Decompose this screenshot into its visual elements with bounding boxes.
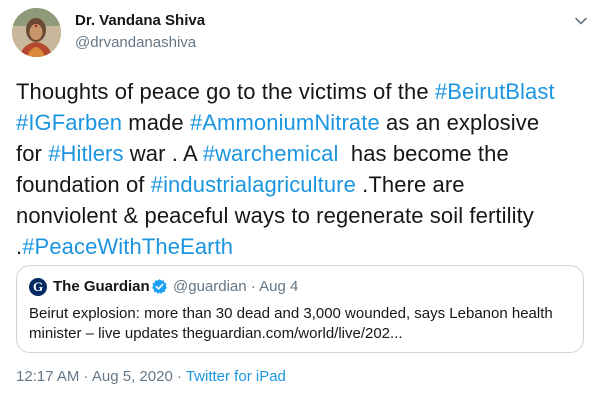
tweet-metadata: 12:17 AM · Aug 5, 2020 · Twitter for iPa… <box>16 368 286 385</box>
author-handle[interactable]: @drvandanashiva <box>75 34 196 51</box>
text-segment: foundation of <box>16 172 151 197</box>
text-segment: war . A <box>123 141 203 166</box>
tweet-line: #IGFarben made #AmmoniumNitrate as an ex… <box>16 107 586 138</box>
quoted-text-line: Beirut explosion: more than 30 dead and … <box>29 305 553 322</box>
verified-badge-icon <box>152 279 167 294</box>
tweet-line: .#PeaceWithTheEarth <box>16 231 586 262</box>
chevron-down-icon[interactable] <box>574 14 588 28</box>
quoted-handle-date: @guardian · Aug 4 <box>173 278 299 295</box>
tweet-card: Dr. Vandana Shiva @drvandanashiva Though… <box>0 0 602 404</box>
tweet-line: for #Hitlers war . A #warchemical has be… <box>16 138 586 169</box>
text-segment: has become the <box>338 141 509 166</box>
quoted-text-line: minister – live updates theguardian.com/… <box>29 325 403 342</box>
author-avatar[interactable] <box>12 8 61 57</box>
source-link[interactable]: Twitter for iPad <box>186 368 286 385</box>
hashtag-link[interactable]: #BeirutBlast <box>435 79 555 104</box>
author-name[interactable]: Dr. Vandana Shiva <box>75 12 205 29</box>
hashtag-link[interactable]: #industrialagriculture <box>151 172 356 197</box>
hashtag-link[interactable]: #warchemical <box>203 141 339 166</box>
tweet-text: Thoughts of peace go to the victims of t… <box>16 76 586 262</box>
tweet-line: nonviolent & peaceful ways to regenerate… <box>16 200 586 231</box>
text-segment: nonviolent & peaceful ways to regenerate… <box>16 203 534 228</box>
text-segment: as an explosive <box>379 110 540 135</box>
text-segment: Thoughts of peace go to the victims of t… <box>16 79 435 104</box>
timestamp[interactable]: 12:17 AM · Aug 5, 2020 · <box>16 368 186 385</box>
hashtag-link[interactable]: #IGFarben <box>16 110 122 135</box>
hashtag-link[interactable]: #PeaceWithTheEarth <box>22 234 233 259</box>
tweet-line: Thoughts of peace go to the victims of t… <box>16 76 586 107</box>
hashtag-link[interactable]: #Hitlers <box>48 141 123 166</box>
guardian-logo-icon: G <box>29 278 47 296</box>
text-segment: for <box>16 141 49 166</box>
hashtag-link[interactable]: #AmmoniumNitrate <box>190 110 380 135</box>
text-segment: .There are <box>355 172 465 197</box>
quoted-tweet[interactable]: G The Guardian @guardian · Aug 4 Beirut … <box>16 265 584 353</box>
text-segment: made <box>122 110 190 135</box>
quoted-text: Beirut explosion: more than 30 dead and … <box>29 304 569 344</box>
tweet-line: foundation of #industrialagriculture .Th… <box>16 169 586 200</box>
quoted-author-name: The Guardian <box>53 278 150 295</box>
